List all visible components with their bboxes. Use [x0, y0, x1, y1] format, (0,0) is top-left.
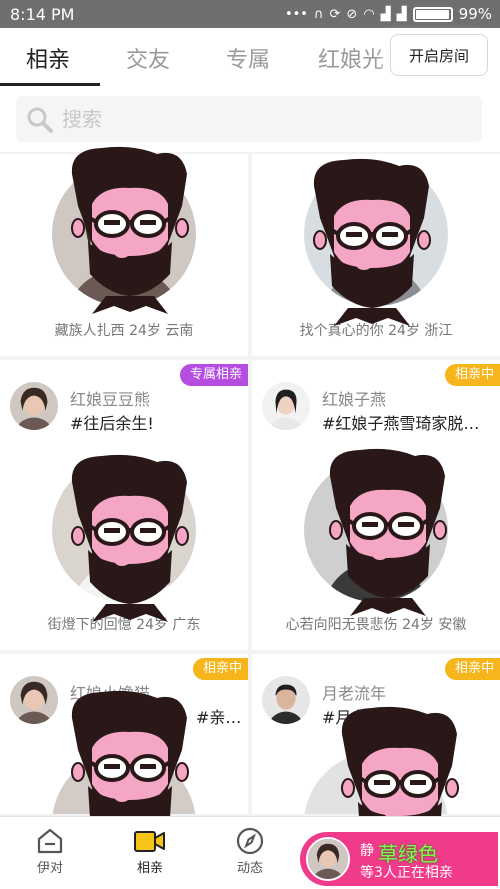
- matchmaker-name: 月老流年: [322, 684, 387, 703]
- nav-item-dongtai[interactable]: 动态: [220, 823, 280, 876]
- nav-item-home[interactable]: 伊对: [20, 823, 80, 876]
- matchmaker-avatar: [10, 382, 58, 430]
- matchmaker-avatar: [262, 382, 310, 430]
- live-avatar: [306, 837, 350, 881]
- room-topic: #亲群!: [196, 708, 246, 727]
- search-box[interactable]: [16, 96, 482, 142]
- search-icon: [27, 107, 53, 133]
- cartoon-face-sticker: [327, 446, 448, 616]
- mute-icon: ⊘: [346, 6, 358, 22]
- nav-item-xiangqin[interactable]: 相亲: [120, 823, 180, 876]
- matchmaker-name: 红娘豆豆熊: [70, 390, 151, 409]
- matchmaker-header: 红娘子燕 #红娘子燕雪琦家脱单... 相亲中: [252, 360, 500, 433]
- status-badge: 相亲中: [444, 364, 500, 386]
- tab-jiaoyou[interactable]: 交友: [126, 42, 170, 74]
- home-icon: [37, 828, 63, 854]
- watermark-text: 草绿色: [378, 842, 438, 866]
- tab-hongniang[interactable]: 红娘光: [318, 42, 384, 74]
- cartoon-face-sticker: [69, 144, 190, 314]
- status-time: 8:14 PM: [10, 5, 75, 24]
- nav-label: 相亲: [136, 861, 163, 876]
- battery-percent: 99%: [458, 5, 492, 23]
- status-badge: 相亲中: [444, 658, 500, 680]
- cartoon-face-sticker: [69, 452, 190, 622]
- dots-icon: •••: [284, 6, 308, 22]
- nav-label: 伊对: [36, 861, 63, 876]
- matchmaker-avatar: [262, 676, 310, 724]
- matchmaker-name: 红娘子燕: [322, 390, 387, 409]
- search-input[interactable]: [62, 96, 462, 142]
- signal-icon: ▟: [396, 6, 407, 22]
- live-host-name: 静: [360, 843, 374, 859]
- battery-icon: [412, 6, 453, 22]
- headset-icon: ∩: [313, 6, 324, 22]
- host-caption: 藏族人扎西 24岁 云南: [54, 323, 194, 339]
- tab-xiangqin[interactable]: 相亲: [26, 42, 70, 74]
- matchmaker-header: 红娘豆豆熊 #往后余生! 专属相亲: [0, 360, 248, 433]
- matchmaker-avatar: [10, 676, 58, 724]
- status-icons: ••• ∩ ⟳ ⊘ ◠ ▟ ▟ 99%: [285, 5, 492, 23]
- compass-icon: [236, 827, 264, 855]
- sync-icon: ⟳: [329, 6, 341, 22]
- status-badge: 专属相亲: [179, 364, 248, 386]
- status-bar: 8:14 PM ••• ∩ ⟳ ⊘ ◠ ▟ ▟ 99%: [0, 0, 500, 28]
- nav-label: 动态: [236, 861, 263, 876]
- wifi-icon: ◠: [363, 6, 375, 22]
- cartoon-face-sticker: [311, 156, 432, 326]
- open-room-button[interactable]: 开启房间: [390, 34, 488, 76]
- status-badge: 相亲中: [192, 658, 248, 680]
- host-caption: 心若向阳无畏悲伤 24岁 安徽: [285, 617, 467, 633]
- signal-icon: ▟: [380, 6, 391, 22]
- tab-zhuanshu[interactable]: 专属: [226, 42, 270, 74]
- room-topic: #往后余生!: [70, 414, 154, 433]
- search-bar: [0, 86, 500, 152]
- category-tabs: 相亲 交友 专属 红娘光 开启房间: [0, 28, 500, 86]
- room-topic: #红娘子燕雪琦家脱单...: [322, 414, 494, 433]
- video-icon: [134, 831, 165, 852]
